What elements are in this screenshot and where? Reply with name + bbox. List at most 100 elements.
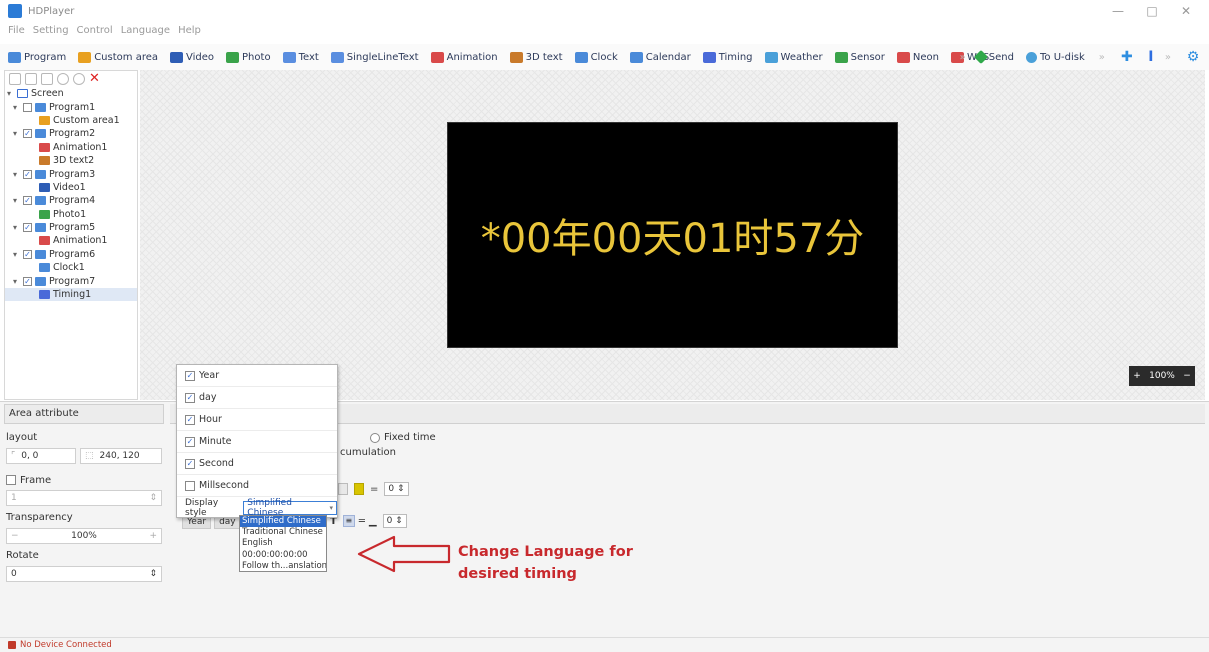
display-style-select[interactable]: Simplified Chinese ▾ — [243, 498, 337, 518]
toolbar-neon-button[interactable]: Neon — [893, 46, 943, 68]
size-stepper[interactable]: 0 ⇕ — [382, 514, 407, 528]
zoom-out-button[interactable]: − — [1183, 371, 1191, 381]
toolbar-sensor-button[interactable]: Sensor — [831, 46, 889, 68]
new-icon[interactable] — [9, 73, 21, 85]
toolbar-video-button[interactable]: Video — [166, 46, 218, 68]
transparency-stepper[interactable]: − 100% + — [6, 528, 162, 544]
expand-arrow-icon[interactable]: ▾ — [13, 277, 23, 286]
unit-option-year[interactable]: ✓ Year — [177, 365, 337, 387]
unit-checkbox[interactable]: ✓ — [185, 436, 195, 447]
menu-file[interactable]: File — [8, 25, 25, 36]
delete-icon[interactable]: ✕ — [89, 72, 101, 85]
tree-item-video1[interactable]: Video1 — [5, 181, 137, 194]
toolbar-singlelinetext-button[interactable]: SingleLineText — [327, 46, 423, 68]
dropdown-option[interactable]: 00:00:00:00:00 — [240, 550, 326, 561]
toolbar-custom-area-button[interactable]: Custom area — [74, 46, 162, 68]
menu-setting[interactable]: Setting — [33, 25, 69, 36]
tree-item-animation1[interactable]: Animation1 — [5, 141, 137, 154]
settings-icon[interactable]: ⚙ — [1185, 49, 1201, 65]
menu-control[interactable]: Control — [77, 25, 113, 36]
led-preview[interactable]: *00年00天01时57分 — [447, 122, 898, 348]
tree-item-program3[interactable]: ▾ ✓ Program3 — [5, 167, 137, 180]
tree-checkbox[interactable]: ✓ — [23, 196, 32, 206]
tree-item-program2[interactable]: ▾ ✓ Program2 — [5, 127, 137, 140]
minimize-button[interactable]: — — [1101, 0, 1135, 22]
send-button[interactable]: Send — [972, 46, 1018, 68]
tree-item-program5[interactable]: ▾ ✓ Program5 — [5, 221, 137, 234]
spacing-stepper[interactable]: 0 ⇕ — [384, 482, 409, 496]
decrease-icon[interactable]: − — [11, 531, 19, 541]
frame-select[interactable]: 1 ⇕ — [6, 490, 162, 506]
position-field[interactable]: ⌜ 0, 0 — [6, 448, 76, 464]
tree-item-program7[interactable]: ▾ ✓ Program7 — [5, 274, 137, 287]
unit-checkbox[interactable]: ✓ — [185, 392, 195, 403]
unit-option-second[interactable]: ✓ Second — [177, 453, 337, 475]
tree-checkbox[interactable]: ✓ — [23, 169, 32, 179]
tree-checkbox[interactable]: ✓ — [23, 276, 32, 286]
unit-option-hour[interactable]: ✓ Hour — [177, 409, 337, 431]
text-cursor-icon[interactable]: I — [1143, 49, 1159, 65]
expand-arrow-icon[interactable]: ▾ — [13, 250, 23, 259]
align-left-icon[interactable]: ≡ — [342, 515, 355, 527]
up-icon[interactable] — [57, 73, 69, 85]
unit-checkbox[interactable]: ✓ — [185, 370, 195, 381]
paste-icon[interactable] — [41, 73, 53, 85]
tree-item-custom-area1[interactable]: Custom area1 — [5, 114, 137, 127]
menu-language[interactable]: Language — [121, 25, 170, 36]
toolbar-3d-text-button[interactable]: 3D text — [506, 46, 567, 68]
dropdown-option[interactable]: Traditional Chinese — [240, 527, 326, 538]
unit-option-day[interactable]: ✓ day — [177, 387, 337, 409]
toolbar-clock-button[interactable]: Clock — [571, 46, 622, 68]
unit-option-millsecond[interactable]: Millsecond — [177, 475, 337, 497]
toolbar-animation-button[interactable]: Animation — [427, 46, 502, 68]
expand-arrow-icon[interactable]: ▾ — [13, 223, 23, 232]
unit-option-minute[interactable]: ✓ Minute — [177, 431, 337, 453]
tree-item-program1[interactable]: ▾ Program1 — [5, 100, 137, 113]
toolbar-program-button[interactable]: Program — [4, 46, 70, 68]
size-field[interactable]: ⬚ 240, 120 — [80, 448, 162, 464]
dropdown-option[interactable]: English — [240, 538, 326, 549]
dropdown-option[interactable]: Simplified Chinese — [240, 516, 326, 528]
toolbar-timing-button[interactable]: Timing — [699, 46, 757, 68]
tree-checkbox[interactable]: ✓ — [23, 129, 32, 139]
expand-arrow-icon[interactable]: ▾ — [13, 103, 23, 112]
fixed-time-radio[interactable]: Fixed time — [370, 432, 436, 443]
maximize-button[interactable]: □ — [1135, 0, 1169, 22]
tree-item-clock1[interactable]: Clock1 — [5, 261, 137, 274]
tree-item-photo1[interactable]: Photo1 — [5, 208, 137, 221]
zoom-in-button[interactable]: + — [1133, 371, 1141, 381]
rotate-select[interactable]: 0 ⇕ — [6, 566, 162, 582]
tree-checkbox[interactable]: ✓ — [23, 249, 32, 259]
tree-item-animation1[interactable]: Animation1 — [5, 234, 137, 247]
color-swatch-text[interactable] — [354, 483, 364, 495]
toolbar-photo-button[interactable]: Photo — [222, 46, 275, 68]
expand-arrow-icon[interactable]: ▾ — [13, 196, 23, 205]
down-icon[interactable] — [73, 73, 85, 85]
toolbar-text-button[interactable]: Text — [279, 46, 323, 68]
expand-arrow-icon[interactable]: ▾ — [7, 89, 17, 98]
tree-checkbox[interactable]: ✓ — [23, 223, 32, 233]
to-udisk-button[interactable]: To U-disk — [1022, 46, 1089, 68]
tree-item-program4[interactable]: ▾ ✓ Program4 — [5, 194, 137, 207]
align-bottom-icon[interactable]: ▁ — [369, 516, 377, 527]
unit-checkbox[interactable] — [185, 480, 195, 491]
align-center-icon[interactable]: ═ — [359, 516, 365, 527]
expand-arrow-icon[interactable]: ▾ — [13, 129, 23, 138]
color-swatch-background[interactable] — [338, 483, 348, 495]
tree-checkbox[interactable] — [23, 102, 32, 112]
canvas-area[interactable]: *00年00天01时57分 + 100% − — [140, 70, 1205, 400]
frame-checkbox[interactable]: Frame — [6, 472, 162, 488]
dropdown-option[interactable]: Follow th...anslation — [240, 561, 326, 572]
tree-item-3d-text2[interactable]: 3D text2 — [5, 154, 137, 167]
tree-root[interactable]: ▾ Screen — [5, 87, 137, 100]
copy-icon[interactable] — [25, 73, 37, 85]
close-button[interactable]: ✕ — [1169, 0, 1203, 22]
unit-checkbox[interactable]: ✓ — [185, 414, 195, 425]
toolbar-weather-button[interactable]: Weather — [761, 46, 827, 68]
increase-icon[interactable]: + — [149, 531, 157, 541]
move-tool-icon[interactable]: ✚ — [1119, 49, 1135, 65]
expand-arrow-icon[interactable]: ▾ — [13, 170, 23, 179]
toolbar-calendar-button[interactable]: Calendar — [626, 46, 695, 68]
menu-help[interactable]: Help — [178, 25, 201, 36]
tree-item-program6[interactable]: ▾ ✓ Program6 — [5, 248, 137, 261]
